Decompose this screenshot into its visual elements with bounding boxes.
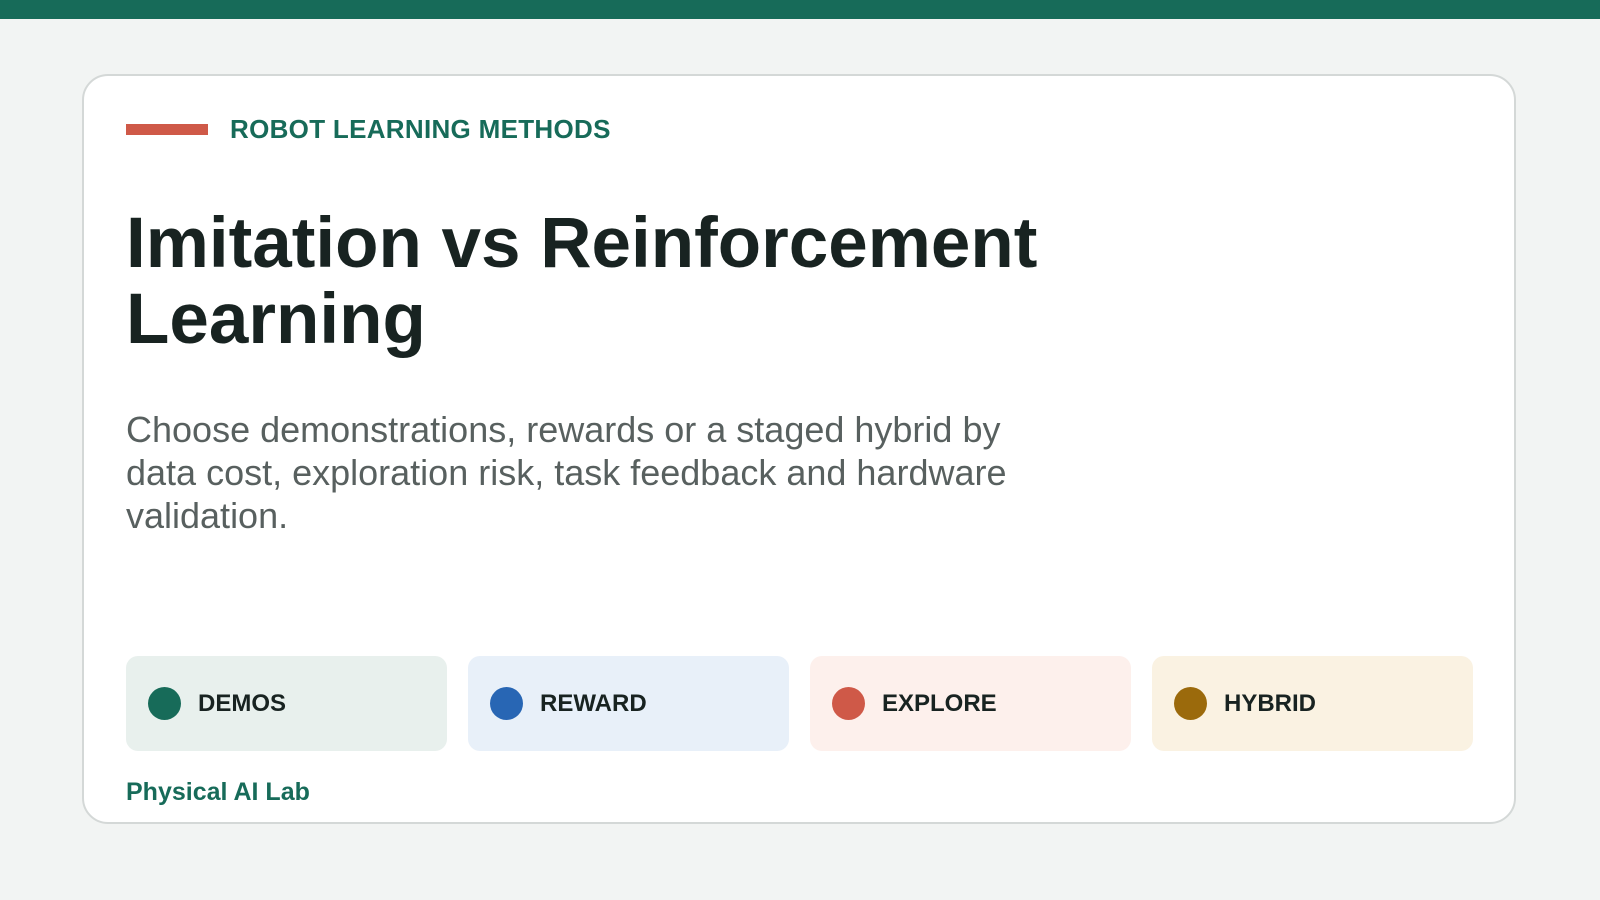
- chip-hybrid: HYBRID: [1152, 656, 1473, 751]
- hybrid-dot-icon: [1174, 687, 1207, 720]
- footer-lab-name: Physical AI Lab: [126, 778, 310, 806]
- reward-dot-icon: [490, 687, 523, 720]
- chip-explore: EXPLORE: [810, 656, 1131, 751]
- demos-dot-icon: [148, 687, 181, 720]
- page-subtitle: Choose demonstrations, rewards or a stag…: [126, 409, 1007, 536]
- top-accent-bar: [0, 0, 1600, 19]
- eyebrow: ROBOT LEARNING METHODS: [126, 114, 611, 145]
- eyebrow-label: ROBOT LEARNING METHODS: [230, 114, 611, 144]
- chip-label: EXPLORE: [882, 689, 997, 717]
- method-chips: DEMOS REWARD EXPLORE HYBRID: [126, 656, 1473, 751]
- page-title: Imitation vs Reinforcement Learning: [126, 204, 1038, 359]
- chip-label: REWARD: [540, 689, 647, 717]
- title-card: ROBOT LEARNING METHODS Imitation vs Rein…: [82, 74, 1516, 824]
- chip-label: HYBRID: [1224, 689, 1317, 717]
- chip-demos: DEMOS: [126, 656, 447, 751]
- chip-reward: REWARD: [468, 656, 789, 751]
- explore-dot-icon: [832, 687, 865, 720]
- chip-label: DEMOS: [198, 689, 287, 717]
- eyebrow-accent-rule: [126, 124, 208, 135]
